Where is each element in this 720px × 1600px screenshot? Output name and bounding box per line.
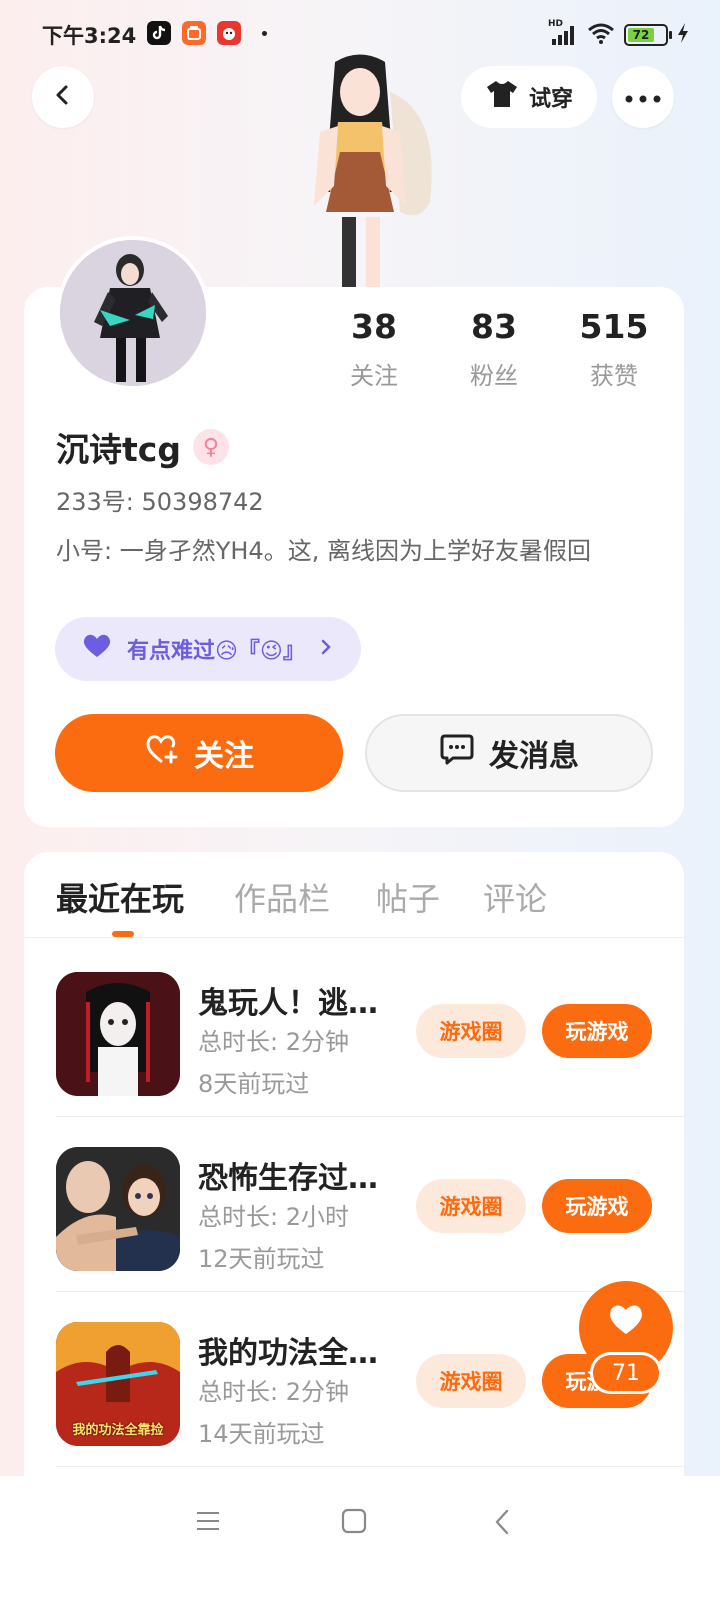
home-icon[interactable] [341,1508,367,1538]
game-last-played: 14天前玩过 [198,1420,325,1448]
stat-likes[interactable]: 515 获赞 [554,307,674,391]
back-icon[interactable] [492,1508,512,1540]
game-circle-button[interactable]: 游戏圈 [416,1004,526,1058]
stat-label: 粉丝 [470,362,518,390]
profile-stats: 38 关注 83 粉丝 515 获赞 [314,307,674,391]
stat-value: 38 [351,307,397,346]
follow-button[interactable]: 关注 [55,714,343,792]
female-icon: ♀ [192,429,229,465]
game-row[interactable]: 恐怖生存过… 总时长: 2小时 12天前玩过 游戏圈 玩游戏 [56,1117,684,1292]
character-avatar-illustration [280,52,440,292]
user-id: 233号: 50398742 [56,488,264,516]
tab-comments[interactable]: 评论 [483,874,547,920]
game-app-icon [217,21,241,45]
back-button[interactable] [32,66,94,128]
system-nav-bar [0,1476,720,1600]
game-circle-button[interactable]: 游戏圈 [416,1354,526,1408]
stat-label: 关注 [350,362,398,390]
avatar[interactable] [56,236,210,390]
more-dots-icon [625,88,661,107]
tab-posts[interactable]: 帖子 [376,874,440,920]
recent-games-card: 最近在玩 作品栏 帖子 评论 鬼玩人！逃… 总时长: 2分钟 8天前玩过 游戏圈… [24,852,684,1492]
game-circle-button[interactable]: 游戏圈 [416,1179,526,1233]
game-title: 恐怖生存过… [198,1161,378,1196]
user-bio: 小号: 一身孑然YH4。这, 离线因为上学好友暑假回 [56,537,591,565]
game-last-played: 8天前玩过 [198,1070,310,1098]
game-duration: 总时长: 2分钟 [198,1028,349,1056]
active-tab-indicator [112,931,134,937]
like-count-badge: 71 [590,1352,662,1394]
stat-value: 515 [579,307,649,346]
back-chevron-icon [51,83,75,111]
tab-works[interactable]: 作品栏 [234,874,330,920]
chevron-right-icon [319,637,333,662]
game-icon-caption: 我的功法全靠捡 [72,1423,164,1438]
wifi-icon [586,21,616,49]
message-button[interactable]: 发消息 [365,714,653,792]
signal-icon: HD [548,19,578,47]
game-icon: 我的功法全靠捡 [56,1322,180,1446]
name-row: 沉诗tcg ♀ [56,423,229,471]
stat-value: 83 [471,307,517,346]
game-title: 鬼玩人！逃… [198,986,378,1021]
chat-bubble-icon [439,732,475,774]
profile-tabs: 最近在玩 作品栏 帖子 评论 [24,852,684,938]
heart-icon [81,633,113,665]
tiktok-icon [147,21,171,45]
tab-recently-played[interactable]: 最近在玩 [56,874,184,920]
play-game-button[interactable]: 玩游戏 [542,1179,652,1233]
stat-label: 获赞 [590,362,638,390]
battery-level: 72 [628,28,654,42]
try-on-label: 试穿 [528,87,573,112]
mood-status-chip[interactable]: 有点难过😥『😉』 [55,617,361,681]
charging-icon [676,21,690,49]
heart-icon [607,1302,645,1340]
game-last-played: 12天前玩过 [198,1245,325,1273]
notification-dot [262,31,267,36]
menu-icon[interactable] [196,1510,220,1536]
stat-followers[interactable]: 83 粉丝 [434,307,554,391]
game-duration: 总时长: 2分钟 [198,1378,349,1406]
follow-label: 关注 [194,739,254,774]
game-title: 我的功法全… [198,1336,378,1371]
message-label: 发消息 [489,739,579,774]
try-on-button[interactable]: 试穿 [461,66,597,128]
shopping-app-icon [182,21,206,45]
status-time: 下午3:24 [42,24,137,48]
battery-icon: 72 [624,24,672,46]
mood-text: 有点难过😥『😉』 [127,639,305,664]
game-duration: 总时长: 2小时 [198,1203,349,1231]
game-row[interactable]: 鬼玩人！逃… 总时长: 2分钟 8天前玩过 游戏圈 玩游戏 [56,942,684,1117]
stat-following[interactable]: 38 关注 [314,307,434,391]
heart-plus-icon [144,733,180,773]
shirt-icon [485,79,519,115]
user-name: 沉诗tcg [56,430,181,469]
play-game-button[interactable]: 玩游戏 [542,1004,652,1058]
more-button[interactable] [612,66,674,128]
game-icon [56,1147,180,1271]
game-icon [56,972,180,1096]
